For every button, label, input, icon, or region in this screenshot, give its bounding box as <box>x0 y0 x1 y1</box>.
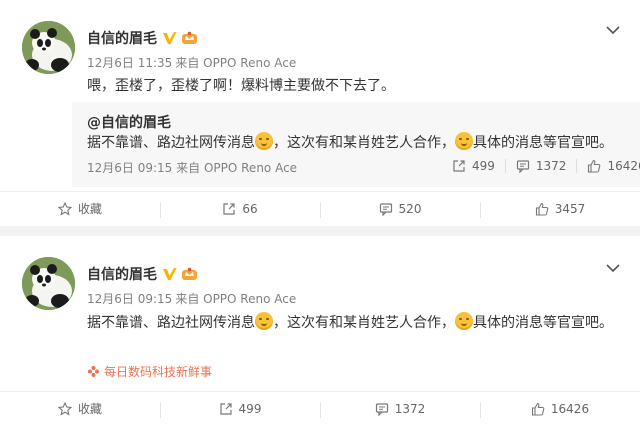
repost-text-part: 据不靠谱、路边社网传消息 <box>87 135 255 151</box>
smile-emoji-icon <box>455 132 473 150</box>
like-count: 16426 <box>607 159 640 173</box>
verified-v-icon <box>162 31 177 46</box>
comment-icon <box>375 402 388 416</box>
repost-box[interactable]: @自信的眉毛 据不靠谱、路边社网传消息 ，这次有和某肖姓艺人合作， 具体的消息等官宣… <box>72 102 640 187</box>
repost-count: 499 <box>472 159 495 173</box>
chevron-down-icon[interactable] <box>606 258 620 273</box>
comment-button-count: 520 <box>398 201 422 216</box>
username[interactable]: 自信的眉毛 <box>87 28 198 48</box>
favorite-button[interactable]: 收藏 <box>0 392 160 425</box>
smile-emoji-icon <box>255 312 273 330</box>
comment-button[interactable]: 520 <box>320 192 480 225</box>
post-text-part: 据不靠谱、路边社网传消息 <box>87 315 255 331</box>
comment-button[interactable]: 1372 <box>320 392 480 425</box>
post-text: 喂，歪楼了，歪楼了啊！爆料博主要做不下去了。 <box>87 78 395 94</box>
repost-source: 来自 OPPO Reno Ace <box>176 161 298 175</box>
like-icon <box>588 159 601 173</box>
repost-stats: 499 1372 16426 <box>452 159 640 173</box>
post-card: 自信的眉毛 12月6日 11:35 来自 OPPO Reno Ace 喂，歪楼了，… <box>0 0 640 226</box>
repost-text-part: ，这次有和某肖姓艺人合作， <box>273 135 455 151</box>
like-icon <box>535 202 549 216</box>
post-source: 来自 OPPO Reno Ace <box>175 292 297 306</box>
action-bar: 收藏 499 1372 16426 <box>0 391 640 425</box>
post-meta: 12月6日 09:15 来自 OPPO Reno Ace <box>87 290 296 307</box>
post-text-part: ，这次有和某肖姓艺人合作， <box>273 315 455 331</box>
avatar[interactable] <box>22 21 75 74</box>
share-icon <box>223 202 235 215</box>
topic-tag[interactable]: 每日数码科技新鲜事 <box>87 363 212 380</box>
action-bar: 收藏 66 520 3457 <box>0 191 640 225</box>
repost-text: 据不靠谱、路边社网传消息 ，这次有和某肖姓艺人合作， 具体的消息等官宣吧。 <box>87 132 613 154</box>
like-button[interactable]: 3457 <box>480 192 640 225</box>
post-card: 自信的眉毛 12月6日 09:15 来自 OPPO Reno Ace 据不靠谱、路… <box>0 236 640 432</box>
like-button[interactable]: 16426 <box>480 392 640 425</box>
smile-emoji-icon <box>455 312 473 330</box>
repost-button-count: 66 <box>242 201 258 216</box>
panda-avatar-image <box>22 21 75 74</box>
verified-v-icon <box>162 267 177 282</box>
repost-time[interactable]: 12月6日 09:15 <box>87 161 172 175</box>
smile-emoji-icon <box>255 132 273 150</box>
like-icon <box>531 402 545 416</box>
username[interactable]: 自信的眉毛 <box>87 264 198 284</box>
repost-button[interactable]: 499 <box>160 392 320 425</box>
flower-icon <box>88 366 99 377</box>
share-icon <box>219 402 232 415</box>
comment-count: 1372 <box>535 159 567 173</box>
post-time[interactable]: 12月6日 11:35 <box>87 56 172 70</box>
share-icon <box>453 160 465 172</box>
comment-icon <box>516 160 530 173</box>
favorite-button[interactable]: 收藏 <box>0 192 160 225</box>
crown-icon[interactable] <box>181 267 198 281</box>
post-text: 据不靠谱、路边社网传消息 ，这次有和某肖姓艺人合作， 具体的消息等官宣吧。 <box>87 310 627 336</box>
star-icon <box>57 401 72 416</box>
post-source: 来自 OPPO Reno Ace <box>175 56 297 70</box>
like-button-count: 3457 <box>554 201 586 216</box>
repost-button[interactable]: 66 <box>160 192 320 225</box>
avatar[interactable] <box>22 257 75 310</box>
topic-tag-text: 每日数码科技新鲜事 <box>104 365 213 379</box>
favorite-label: 收藏 <box>77 202 102 216</box>
repost-button-count: 499 <box>238 401 262 416</box>
repost-stat-comments[interactable]: 1372 <box>516 159 567 173</box>
username-text[interactable]: 自信的眉毛 <box>87 28 157 48</box>
crown-icon[interactable] <box>181 31 198 45</box>
post-meta: 12月6日 11:35 来自 OPPO Reno Ace <box>87 54 296 71</box>
repost-text-part: 具体的消息等官宣吧。 <box>473 135 613 151</box>
comment-button-count: 1372 <box>394 401 426 416</box>
comment-icon <box>379 202 392 216</box>
repost-author[interactable]: @自信的眉毛 <box>87 112 171 132</box>
post-time[interactable]: 12月6日 09:15 <box>87 292 172 306</box>
repost-meta: 12月6日 09:15 来自 OPPO Reno Ace <box>87 159 297 176</box>
panda-avatar-image <box>22 257 75 310</box>
username-text[interactable]: 自信的眉毛 <box>87 264 157 284</box>
star-icon <box>57 201 72 216</box>
post-text-part: 具体的消息等官宣吧。 <box>473 315 613 331</box>
like-button-count: 16426 <box>550 401 590 416</box>
repost-stat-reposts[interactable]: 499 <box>452 159 495 173</box>
favorite-label: 收藏 <box>77 402 102 416</box>
chevron-down-icon[interactable] <box>606 20 620 35</box>
repost-stat-likes[interactable]: 16426 <box>587 159 640 173</box>
